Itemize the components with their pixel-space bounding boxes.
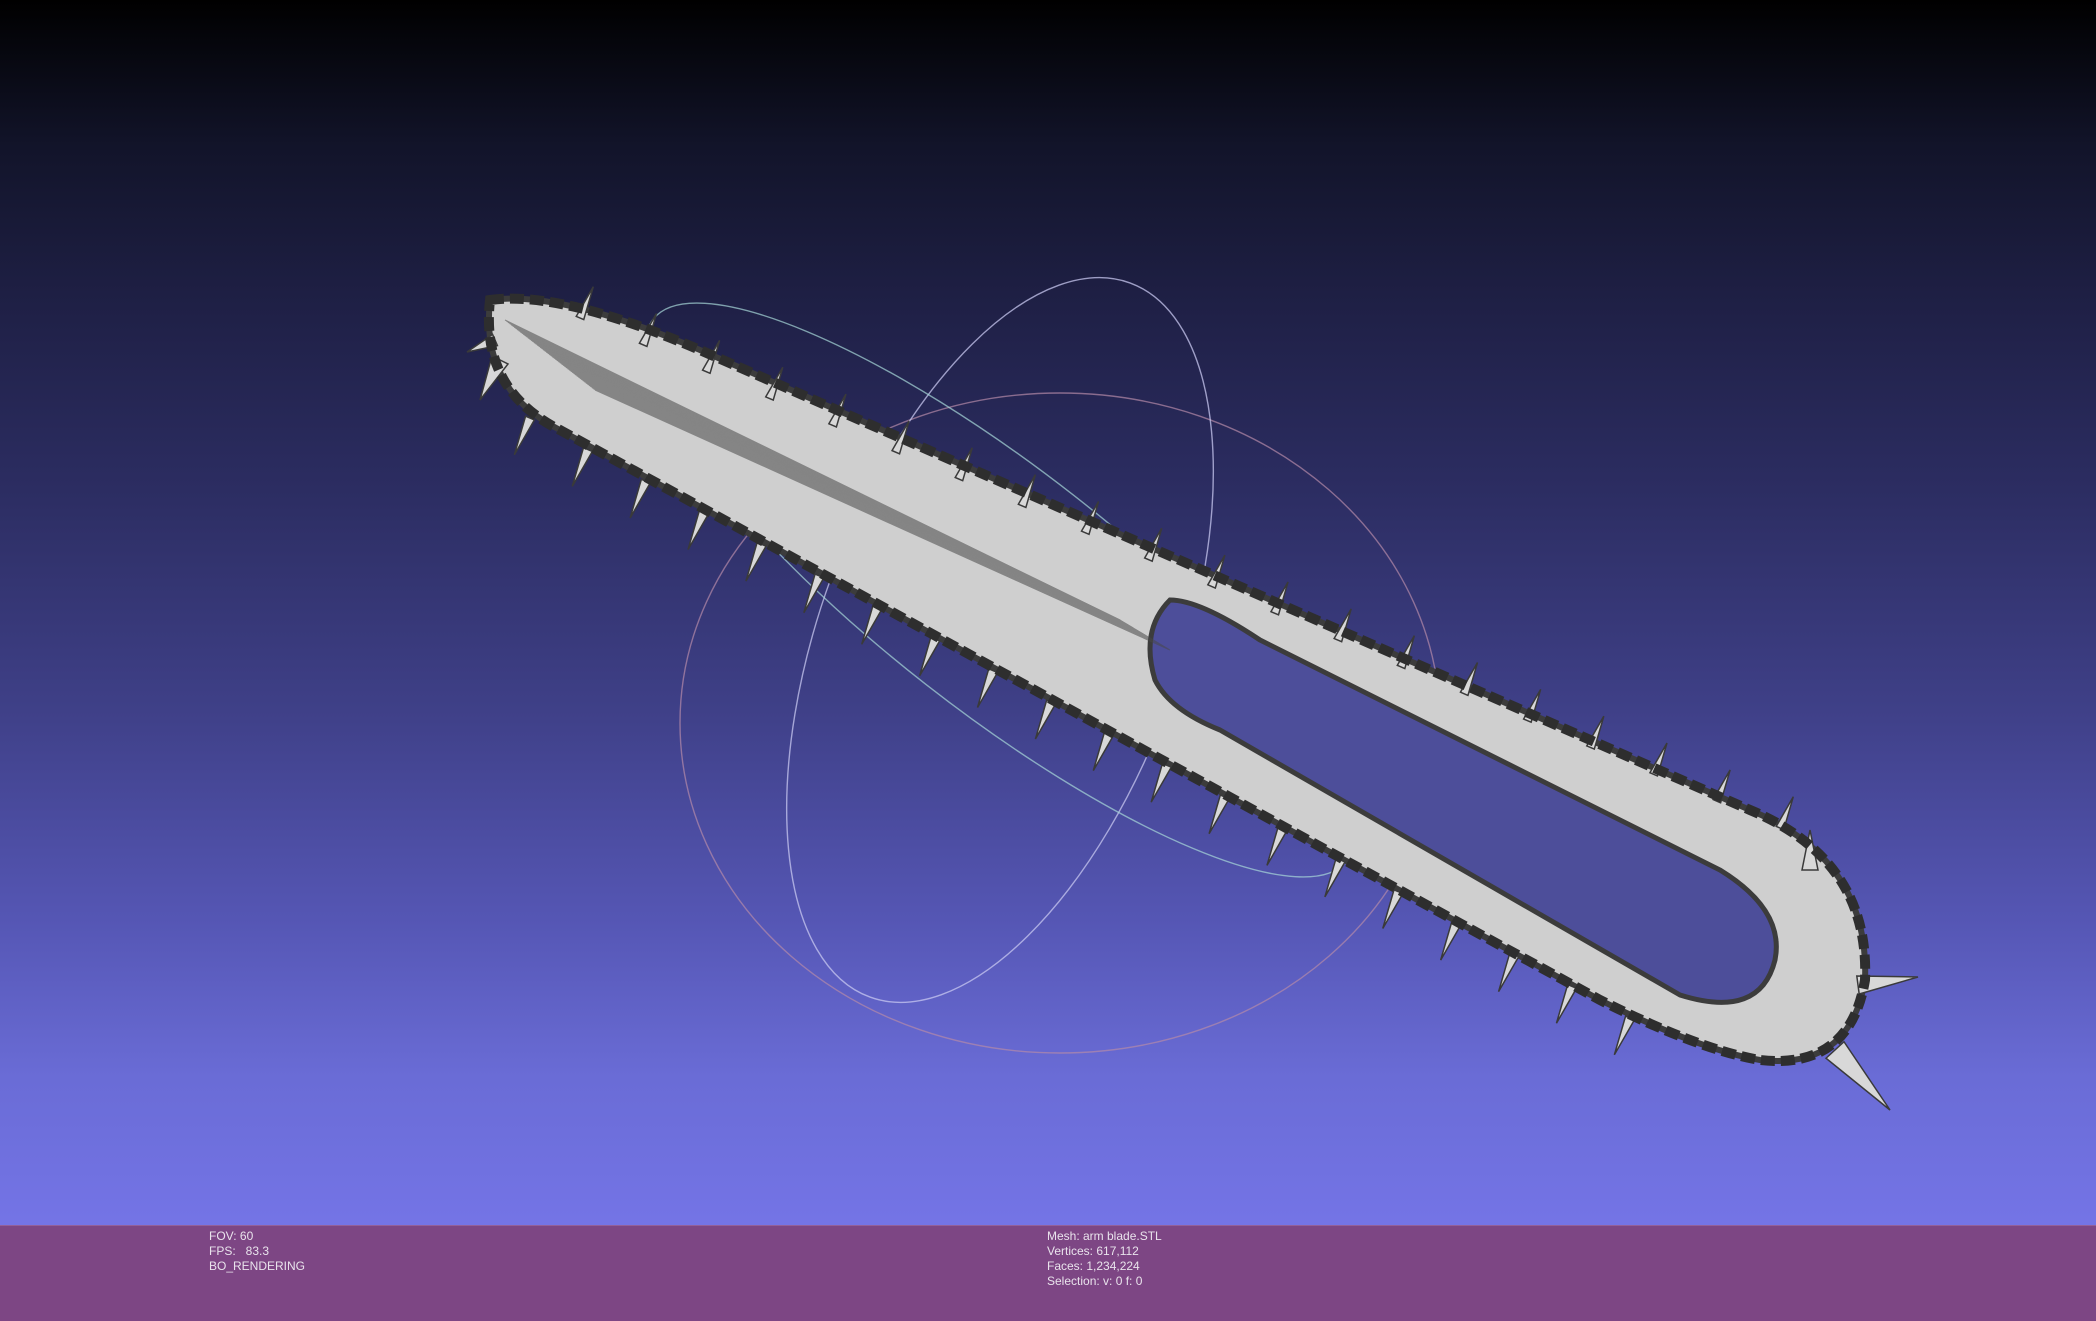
blade-spike bbox=[571, 446, 594, 487]
blade-spike bbox=[1824, 1040, 1891, 1111]
arm-blade-mesh bbox=[466, 286, 1919, 1111]
status-info-bar: FOV: 60 FPS: 83.3 BO_RENDERING Mesh: arm… bbox=[0, 1225, 2096, 1321]
fps-readout: FPS: 83.3 bbox=[209, 1244, 270, 1258]
fov-readout: FOV: 60 bbox=[209, 1229, 254, 1243]
blade-spike bbox=[687, 509, 710, 550]
mesh-name: Mesh: arm blade.STL bbox=[1047, 1229, 1162, 1243]
blade-spike bbox=[1092, 730, 1115, 771]
blade-spike bbox=[1613, 1015, 1636, 1056]
mesh-scene[interactable] bbox=[0, 0, 2096, 1225]
mesh-info: Mesh: arm blade.STL Vertices: 617,112 Fa… bbox=[1047, 1229, 1162, 1289]
render-mode: BO_RENDERING bbox=[209, 1259, 306, 1273]
blade-spike bbox=[1208, 794, 1231, 835]
blade-spike bbox=[1150, 762, 1173, 803]
blade-wire-lines bbox=[504, 319, 1171, 651]
3d-viewport[interactable] bbox=[0, 0, 2096, 1225]
blade-spike bbox=[745, 541, 768, 582]
blade-spike bbox=[918, 636, 941, 677]
face-count: Faces: 1,234,224 bbox=[1047, 1259, 1140, 1273]
blade-spike bbox=[861, 604, 883, 645]
blade-spike bbox=[1034, 699, 1057, 740]
vertex-count: Vertices: 617,112 bbox=[1047, 1244, 1139, 1258]
blade-spike bbox=[1324, 857, 1347, 898]
blade-spike bbox=[1497, 951, 1520, 993]
blade-spike bbox=[976, 667, 999, 708]
render-info: FOV: 60 FPS: 83.3 BO_RENDERING bbox=[209, 1229, 305, 1274]
blade-spike bbox=[513, 415, 536, 456]
blade-spike bbox=[629, 478, 652, 519]
selection-count: Selection: v: 0 f: 0 bbox=[1047, 1274, 1143, 1288]
